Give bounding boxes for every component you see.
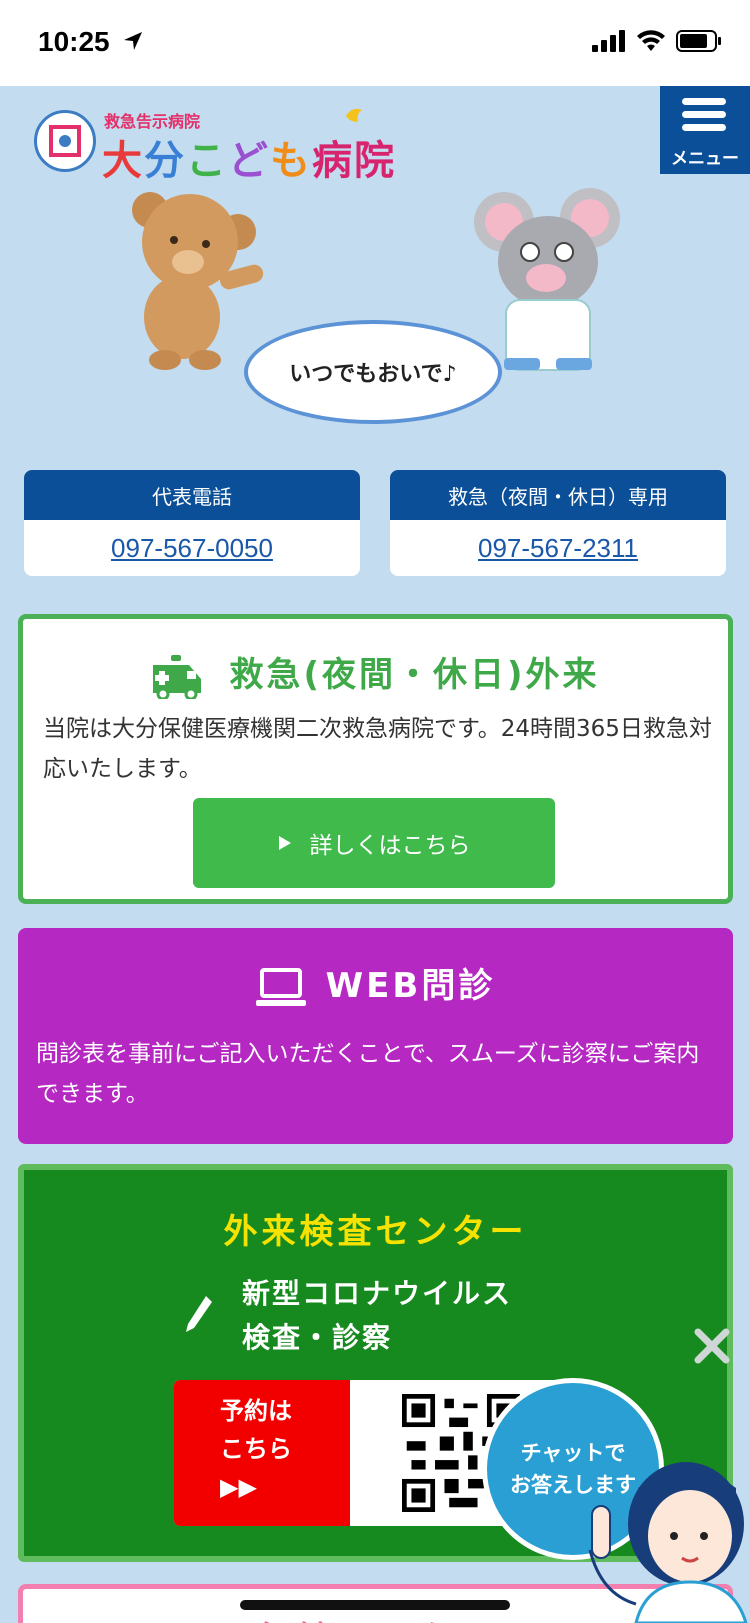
phone-label: 代表電話	[24, 470, 360, 520]
reservation-button[interactable]: 予約は こちら ▶▶	[174, 1380, 350, 1526]
logo-char: 病	[312, 138, 354, 184]
hamburger-icon	[682, 98, 726, 137]
emergency-title-text: 救急(夜間・休日)外来	[229, 655, 600, 695]
status-bar: 10:25	[0, 0, 750, 86]
menu-button[interactable]: メニュー	[660, 86, 750, 174]
test-subtitle-line: 新型コロナウイルス	[242, 1277, 513, 1310]
test-subtitle-line: 検査・診察	[242, 1321, 393, 1354]
web-title-text: WEB問診	[325, 966, 496, 1006]
logo-char: 院	[354, 138, 396, 184]
logo-char: も	[270, 138, 312, 184]
emergency-phone-box: 救急（夜間・休日）専用 097-567-2311	[390, 470, 726, 576]
main-phone-box: 代表電話 097-567-0050	[24, 470, 360, 576]
signal-icon	[592, 30, 625, 52]
reservation-line: こちら	[220, 1435, 292, 1463]
emergency-title: 救急(夜間・休日)外来	[23, 647, 728, 700]
speech-bubble: いつでもおいで♪	[244, 320, 502, 424]
wifi-icon	[637, 30, 665, 51]
status-time: 10:25	[38, 26, 110, 57]
phone-number-link[interactable]: 097-567-0050	[24, 520, 360, 576]
mouse-doctor-illustration	[474, 188, 620, 371]
phone-number-link[interactable]: 097-567-2311	[390, 520, 726, 576]
test-center-subtitle: 新型コロナウイルス 検査・診察	[242, 1272, 512, 1360]
reservation-arrows: ▶▶	[220, 1473, 257, 1501]
ambulance-icon	[153, 654, 202, 700]
bird-icon	[346, 108, 362, 122]
logo-char: こ	[186, 138, 228, 184]
web-description: 問診表を事前にご記入いただくことで、スムーズに診察にご案内できます。	[36, 1041, 700, 1107]
logo-emblem-icon	[34, 110, 96, 172]
logo-title: 大分こども病院	[102, 128, 396, 186]
play-arrow-icon	[278, 836, 291, 850]
menu-label: メニュー	[671, 149, 739, 169]
hero-illustration: いつでもおいで♪	[0, 182, 750, 472]
emergency-card: 救急(夜間・休日)外来 当院は大分保健医療機関二次救急病院です。24時間365日…	[18, 614, 733, 904]
web-consultation-card[interactable]: WEB問診 問診表を事前にご記入いただくことで、スムーズに診察にご案内できます。	[18, 928, 733, 1144]
emergency-details-button[interactable]: 詳しくはこちら	[193, 798, 555, 888]
phone-label: 救急（夜間・休日）専用	[390, 470, 726, 520]
logo-char: 大	[102, 138, 144, 184]
emergency-description: 当院は大分保健医療機関二次救急病院です。24時間365日救急対応いたします。	[43, 716, 712, 782]
logo-char: ど	[228, 138, 270, 184]
reservation-line: 予約は	[220, 1397, 292, 1425]
home-indicator[interactable]	[240, 1600, 510, 1610]
nurse-illustration	[588, 1462, 748, 1623]
test-center-title: 外来検査センター	[223, 1212, 528, 1252]
laptop-icon	[255, 967, 306, 1006]
chat-close-icon[interactable]	[692, 1326, 732, 1366]
logo-char: 分	[144, 138, 186, 184]
status-icons	[592, 30, 722, 52]
pencil-icon	[186, 1296, 212, 1332]
emergency-details-label: 詳しくはこちら	[309, 833, 471, 859]
hospital-logo[interactable]: 救急告示病院 大分こども病院	[34, 104, 414, 184]
location-arrow-icon	[124, 32, 142, 50]
bear-illustration	[132, 192, 264, 370]
page: 救急告示病院 大分こども病院 メニュー いつでもおいで♪ 代表電話 097-56…	[0, 86, 750, 1623]
web-title: WEB問診	[18, 958, 733, 1008]
battery-icon	[676, 30, 721, 52]
